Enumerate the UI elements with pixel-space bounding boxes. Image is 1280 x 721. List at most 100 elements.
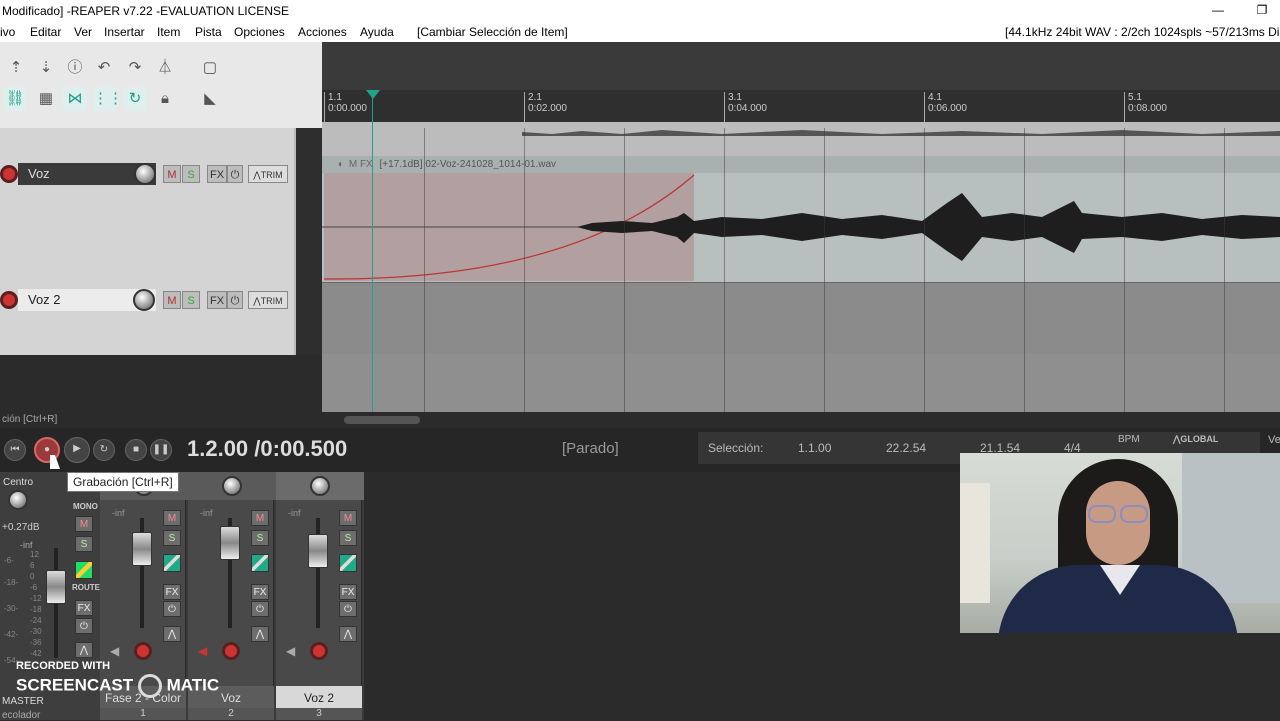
bpm-label[interactable]: BPM [1118,434,1140,445]
empty-toolbar-slot-icon[interactable]: ▢ [198,56,222,80]
open-project-icon[interactable]: ⇣ [34,56,58,80]
undo-icon[interactable]: ↶ [92,56,116,80]
global-button[interactable]: ⋀GLOBAL [1173,434,1218,445]
solo-button[interactable]: S [251,530,269,546]
route-icon[interactable] [163,554,181,572]
master-fader[interactable] [46,570,66,604]
playhead-marker-icon[interactable] [366,90,380,99]
loop-icon[interactable]: ↻ [123,87,147,111]
pan-knob[interactable] [222,476,242,496]
record-arm-button[interactable] [310,642,328,660]
route-icon[interactable] [251,554,269,572]
mute-button[interactable]: M [251,510,269,526]
solo-button[interactable]: S [182,291,200,309]
master-fx-button[interactable]: FX [75,600,93,616]
fx-bypass-icon[interactable]: ⏻ [163,601,181,617]
fx-button[interactable]: FX [207,165,227,183]
master-solo-button[interactable]: S [75,536,93,552]
empty-arrange-area[interactable] [322,354,1280,412]
menu-view[interactable]: Ver [74,22,92,42]
redo-icon[interactable]: ↷ [123,56,147,80]
ripple-edit-icon[interactable]: ⋈ [63,87,87,111]
track-2-lane[interactable] [322,282,1280,354]
mono-label[interactable]: MONO [73,502,98,511]
scrollbar-thumb[interactable] [344,416,420,424]
ruler-region-lane[interactable] [322,42,1280,90]
solo-button[interactable]: S [182,165,200,183]
master-fx-bypass-icon[interactable]: ⏻ [75,618,93,634]
edit-cursor[interactable] [372,96,373,412]
pan-knob[interactable] [310,476,330,496]
play-button[interactable]: ▶ [64,437,90,463]
lock-icon[interactable]: 🔒︎ [153,87,177,111]
menu-file[interactable]: ivo [0,22,15,42]
go-to-start-icon[interactable]: ⏮ [4,439,26,461]
fx-bypass-icon[interactable]: ⏻ [227,291,243,309]
mixer-strip-3[interactable]: -inf M S FX ⏻ ⋀ ◀ Voz 2 3 [276,472,362,720]
fx-button[interactable]: FX [163,584,181,600]
selection-end[interactable]: 22.2.54 [886,441,926,455]
volume-fader[interactable] [220,526,240,560]
fx-button[interactable]: FX [207,291,227,309]
volume-fader[interactable] [308,534,328,568]
save-project-icon[interactable]: ⇡ [4,56,28,80]
envelope-icon[interactable]: ⋀ [251,626,269,642]
record-arm-button[interactable] [222,642,240,660]
horizontal-scrollbar[interactable] [322,412,1280,428]
menu-options[interactable]: Opciones [234,22,285,42]
fx-bypass-icon[interactable]: ⏻ [251,601,269,617]
item-fx-icon[interactable]: FX [360,159,373,170]
envelope-tool-icon[interactable]: ◣ [198,87,222,111]
repeat-icon[interactable]: ↻ [93,439,115,461]
master-envelope-icon[interactable]: ⋀ [75,642,93,658]
grid-icon[interactable]: ▦ [34,87,58,111]
snap-grid-icon[interactable]: ⋮⋮ [93,87,123,111]
menu-actions[interactable]: Acciones [298,22,347,42]
menu-help[interactable]: Ayuda [360,22,394,42]
record-arm-button[interactable] [0,165,18,183]
master-waveform-lane[interactable] [322,122,1280,156]
fx-bypass-icon[interactable]: ⏻ [339,601,357,617]
menu-insert[interactable]: Insertar [104,22,145,42]
time-display[interactable]: 1.2.00 /0:00.500 [187,436,347,462]
restore-button[interactable]: ❐ [1242,0,1280,22]
menu-track[interactable]: Pista [195,22,222,42]
stop-button[interactable]: ■ [125,439,147,461]
route-icon[interactable] [339,554,357,572]
menu-item[interactable]: Item [157,22,180,42]
tcp-divider[interactable] [296,128,322,355]
volume-fader[interactable] [132,532,152,566]
record-arm-button[interactable] [134,642,152,660]
menu-edit[interactable]: Editar [30,22,61,42]
solo-button[interactable]: S [163,530,181,546]
master-route-icon[interactable] [75,561,93,579]
mute-button[interactable]: M [339,510,357,526]
item-header[interactable]: ◐ M FX [+17.1dB] 02-Voz-241028_1014-01.w… [322,156,1280,173]
mute-button[interactable]: M [163,291,181,309]
metronome-icon[interactable]: ⏃ [153,56,177,80]
route-label[interactable]: ROUTE [72,583,100,592]
envelope-icon[interactable]: ⋀ [339,626,357,642]
minimize-button[interactable]: — [1198,0,1238,22]
master-pan-knob[interactable] [8,490,28,510]
info-icon[interactable]: ⓘ [63,56,87,80]
selection-start[interactable]: 1.1.00 [798,441,831,455]
speaker-icon[interactable]: ◀ [198,644,207,658]
volume-knob[interactable] [134,163,156,185]
trim-button[interactable]: ⋀TRIM [248,165,288,183]
mute-button[interactable]: M [163,165,181,183]
strip-name[interactable]: Voz 2 [276,686,362,710]
link-icon[interactable]: ⛓ [3,87,27,111]
envelope-icon[interactable]: ⋀ [163,626,181,642]
fx-button[interactable]: FX [339,584,357,600]
item-lock-icon[interactable]: ◐ [338,159,344,170]
speaker-icon[interactable]: ◀ [110,644,119,658]
audio-device-info[interactable]: [44.1kHz 24bit WAV : 2/2ch 1024spls ~57/… [1005,22,1280,42]
pause-button[interactable]: ❚❚ [150,439,172,461]
record-arm-button[interactable] [0,291,18,309]
master-mute-button[interactable]: M [75,516,93,532]
trim-button[interactable]: ⋀TRIM [248,291,288,309]
solo-button[interactable]: S [339,530,357,546]
fx-button[interactable]: FX [251,584,269,600]
speaker-icon[interactable]: ◀ [286,644,295,658]
